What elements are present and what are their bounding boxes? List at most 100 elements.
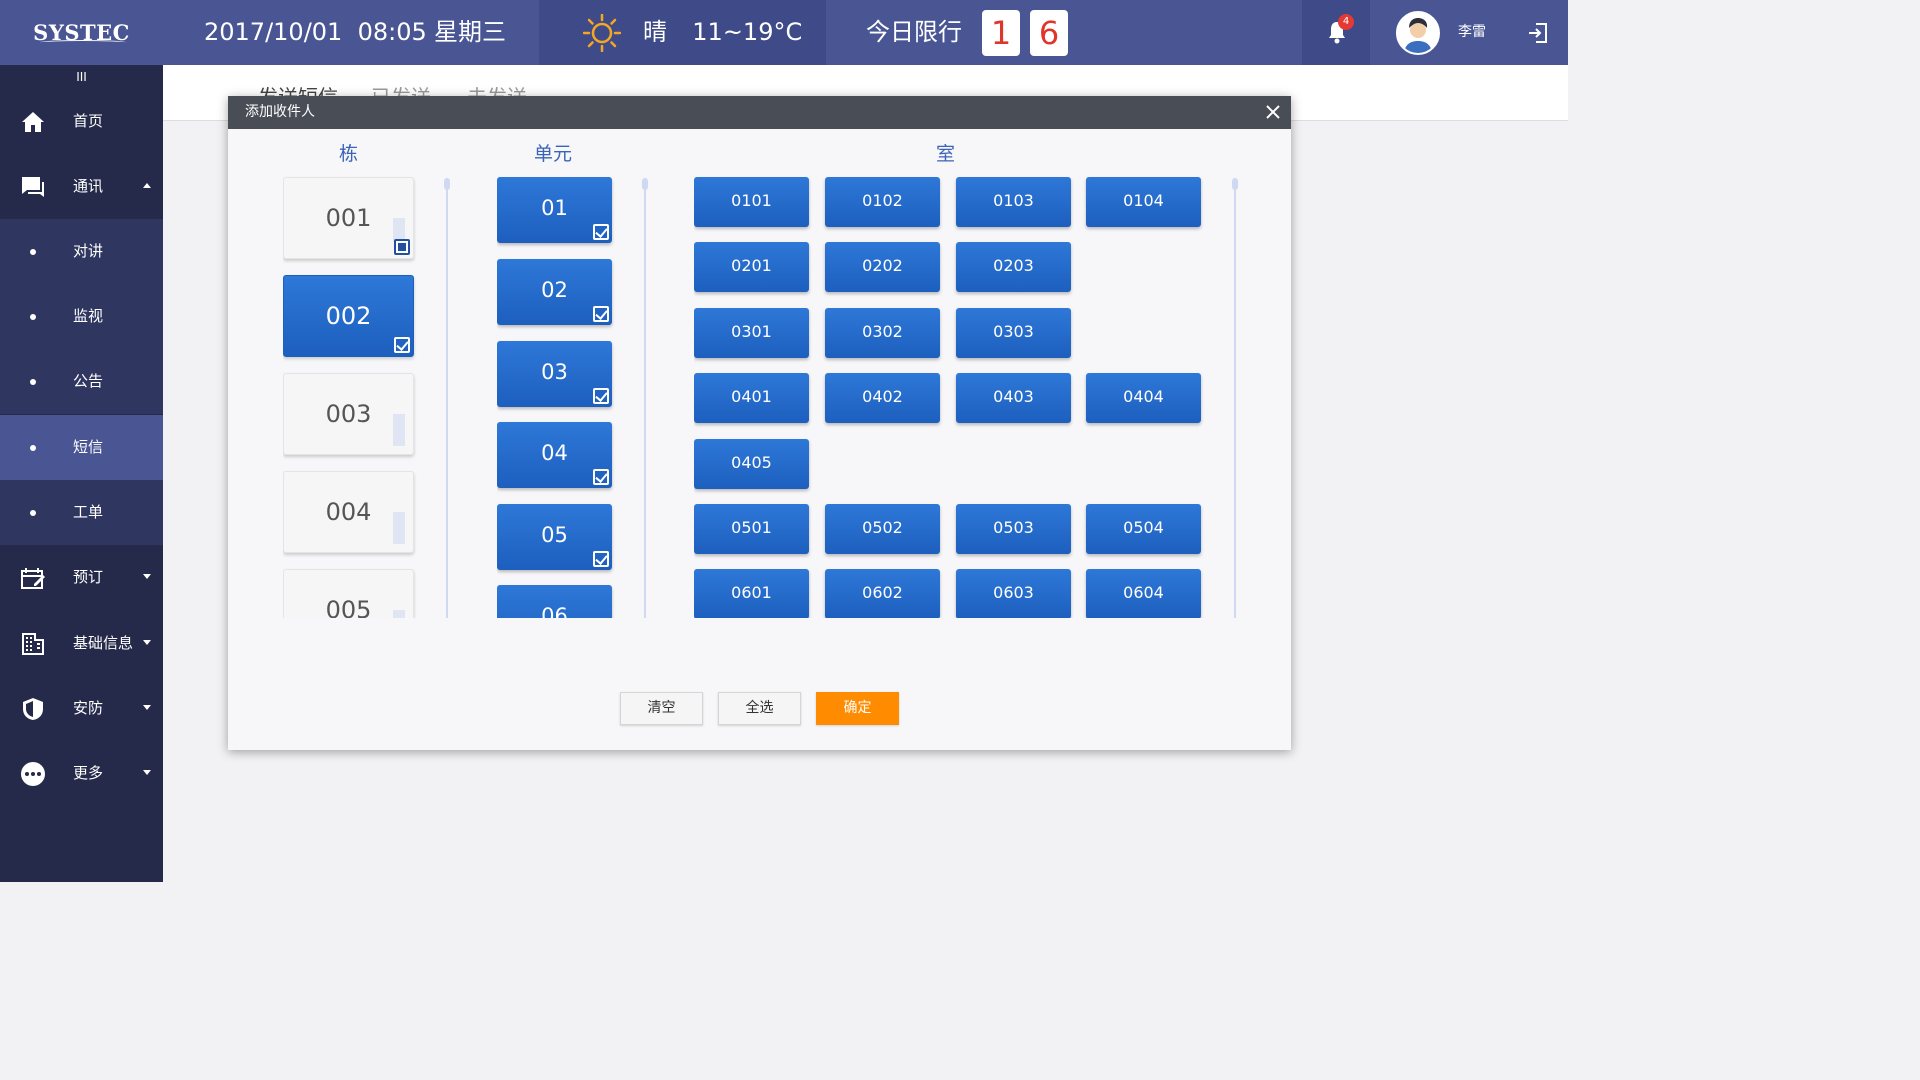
room-button[interactable]: 0203 bbox=[956, 242, 1071, 292]
room-button[interactable]: 0103 bbox=[956, 177, 1071, 227]
room-button[interactable]: 0604 bbox=[1086, 569, 1201, 618]
room-button[interactable]: 0401 bbox=[694, 373, 809, 423]
sidebar-item-monitor[interactable]: 监视 bbox=[0, 284, 163, 349]
room-button[interactable]: 0503 bbox=[956, 504, 1071, 554]
checked-checkbox[interactable] bbox=[593, 306, 609, 322]
add-recipient-dialog: 添加收件人 栋 单元 室 001 002 003 004 005 01 02 0… bbox=[228, 96, 1291, 750]
partial-checkbox[interactable] bbox=[394, 239, 410, 255]
building-card[interactable]: 002 bbox=[283, 275, 414, 357]
chevron-down-icon bbox=[143, 705, 151, 710]
unit-column-title: 单元 bbox=[534, 143, 573, 165]
avatar[interactable] bbox=[1396, 11, 1440, 55]
building-icon bbox=[393, 610, 405, 618]
checked-checkbox[interactable] bbox=[593, 224, 609, 240]
unit-label: 04 bbox=[541, 441, 568, 465]
room-button[interactable]: 0501 bbox=[694, 504, 809, 554]
close-icon[interactable] bbox=[1263, 102, 1283, 122]
building-scrollbar[interactable] bbox=[444, 178, 450, 618]
sidebar-item-sms[interactable]: 短信 bbox=[0, 415, 163, 480]
room-button[interactable]: 0102 bbox=[825, 177, 940, 227]
sidebar-item-more[interactable]: 更多 bbox=[0, 741, 163, 806]
clear-button[interactable]: 清空 bbox=[620, 692, 703, 725]
room-button[interactable]: 0602 bbox=[825, 569, 940, 618]
unit-card[interactable]: 02 bbox=[497, 259, 612, 325]
unit-card[interactable]: 03 bbox=[497, 341, 612, 407]
restriction-digit: 6 bbox=[1030, 10, 1068, 56]
unit-label: 06 bbox=[541, 604, 568, 618]
room-button[interactable]: 0301 bbox=[694, 308, 809, 358]
room-button[interactable]: 0405 bbox=[694, 439, 809, 489]
unit-card[interactable]: 04 bbox=[497, 422, 612, 488]
sidebar-collapse-toggle[interactable]: III bbox=[0, 65, 163, 89]
sidebar-item-label: 安防 bbox=[73, 699, 104, 717]
room-grid[interactable]: 0101 0102 0103 0104 0201 0202 0203 0301 … bbox=[694, 174, 1214, 618]
confirm-button[interactable]: 确定 bbox=[816, 692, 899, 725]
sidebar-item-booking[interactable]: 预订 bbox=[0, 545, 163, 610]
unit-list[interactable]: 01 02 03 04 05 06 bbox=[497, 174, 617, 618]
building-label: 004 bbox=[325, 498, 372, 526]
unit-scrollbar[interactable] bbox=[642, 178, 648, 618]
room-button[interactable]: 0404 bbox=[1086, 373, 1201, 423]
building-icon bbox=[393, 414, 405, 446]
sidebar-item-home[interactable]: 首页 bbox=[0, 89, 163, 154]
checked-checkbox[interactable] bbox=[593, 388, 609, 404]
bullet-icon bbox=[30, 510, 36, 516]
sidebar-item-basic-info[interactable]: 基础信息 bbox=[0, 611, 163, 676]
systec-logo: SYSTEC bbox=[0, 0, 163, 65]
room-button[interactable]: 0601 bbox=[694, 569, 809, 618]
sidebar-item-intercom[interactable]: 对讲 bbox=[0, 219, 163, 284]
building-icon bbox=[393, 512, 405, 544]
building-card[interactable]: 004 bbox=[283, 471, 414, 553]
weekday: 星期三 bbox=[434, 18, 506, 46]
bullet-icon bbox=[30, 445, 36, 451]
room-button[interactable]: 0303 bbox=[956, 308, 1071, 358]
sidebar-item-label: 预订 bbox=[73, 568, 104, 586]
room-button[interactable]: 0603 bbox=[956, 569, 1071, 618]
room-button[interactable]: 0104 bbox=[1086, 177, 1201, 227]
sidebar-item-label: 更多 bbox=[73, 764, 104, 782]
room-button[interactable]: 0504 bbox=[1086, 504, 1201, 554]
unit-label: 05 bbox=[541, 523, 568, 547]
building-card[interactable]: 005 bbox=[283, 569, 414, 618]
room-button[interactable]: 0101 bbox=[694, 177, 809, 227]
home-icon bbox=[22, 112, 44, 132]
sidebar-item-security[interactable]: 安防 bbox=[0, 676, 163, 741]
building-card[interactable]: 001 bbox=[283, 177, 414, 259]
unit-card[interactable]: 06 bbox=[497, 585, 612, 618]
username[interactable]: 李雷 bbox=[1458, 0, 1486, 65]
sidebar-item-communication[interactable]: 通讯 bbox=[0, 154, 163, 219]
checked-checkbox[interactable] bbox=[593, 551, 609, 567]
unit-card[interactable]: 05 bbox=[497, 504, 612, 570]
weather-panel: 晴 11~19°C bbox=[539, 0, 826, 65]
select-all-button[interactable]: 全选 bbox=[718, 692, 801, 725]
building-label: 001 bbox=[325, 204, 372, 232]
room-scrollbar[interactable] bbox=[1232, 178, 1238, 618]
notification-button[interactable]: 4 bbox=[1302, 0, 1370, 65]
building-list[interactable]: 001 002 003 004 005 bbox=[283, 174, 423, 618]
sidebar-item-work-order[interactable]: 工单 bbox=[0, 480, 163, 545]
sidebar-item-announcement[interactable]: 公告 bbox=[0, 349, 163, 414]
room-button[interactable]: 0202 bbox=[825, 242, 940, 292]
building-label: 002 bbox=[325, 302, 372, 330]
bullet-icon bbox=[30, 249, 36, 255]
sidebar-item-label: 对讲 bbox=[73, 242, 104, 260]
room-button[interactable]: 0302 bbox=[825, 308, 940, 358]
room-button[interactable]: 0402 bbox=[825, 373, 940, 423]
sidebar-item-label: 工单 bbox=[73, 503, 104, 521]
room-button[interactable]: 0502 bbox=[825, 504, 940, 554]
top-bar: SYSTEC 2017/10/01 08:05 星期三 晴 11~19°C 今日… bbox=[0, 0, 1568, 65]
restriction-label: 今日限行 bbox=[866, 18, 962, 46]
room-button[interactable]: 0403 bbox=[956, 373, 1071, 423]
building-label: 005 bbox=[325, 596, 372, 618]
logout-icon[interactable] bbox=[1526, 21, 1550, 45]
chevron-down-icon bbox=[143, 770, 151, 775]
chevron-down-icon bbox=[143, 574, 151, 579]
calendar-icon bbox=[21, 568, 45, 589]
checked-checkbox[interactable] bbox=[394, 337, 410, 353]
unit-card[interactable]: 01 bbox=[497, 177, 612, 243]
building-card[interactable]: 003 bbox=[283, 373, 414, 455]
room-button[interactable]: 0201 bbox=[694, 242, 809, 292]
checked-checkbox[interactable] bbox=[593, 469, 609, 485]
notification-badge: 4 bbox=[1338, 14, 1354, 30]
sidebar-item-label: 通讯 bbox=[73, 177, 104, 195]
